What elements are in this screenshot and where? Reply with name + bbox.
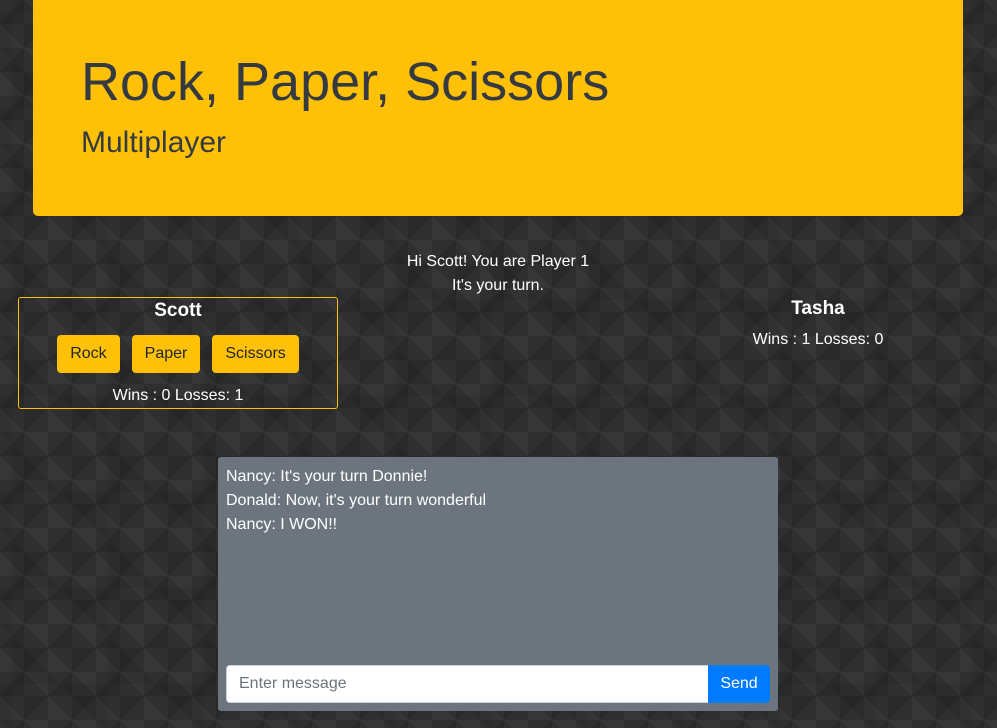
message-input[interactable] xyxy=(226,665,708,703)
game-status: Hi Scott! You are Player 1 It's your tur… xyxy=(348,250,648,298)
player-two-record: Wins : 1 Losses: 0 xyxy=(752,331,884,348)
page-title: Rock, Paper, Scissors xyxy=(81,52,610,112)
player-one-card: Scott Rock Paper Scissors Wins : 0 Losse… xyxy=(18,297,338,409)
chat-message: Donald: Now, it's your turn wonderful xyxy=(226,492,487,509)
greeting-text: Hi Scott! You are Player 1 xyxy=(406,253,590,270)
rock-button[interactable]: Rock xyxy=(57,335,120,373)
header-jumbotron: Rock, Paper, Scissors Multiplayer xyxy=(33,0,963,216)
paper-button[interactable]: Paper xyxy=(131,335,201,373)
chat-message: Nancy: I WON!! xyxy=(226,516,338,533)
turn-text: It's your turn. xyxy=(452,277,544,294)
player-one-name: Scott xyxy=(154,300,202,321)
chat-message: Nancy: It's your turn Donnie! xyxy=(226,468,428,485)
send-button[interactable]: Send xyxy=(708,665,770,703)
player-two-card: Tasha Wins : 1 Losses: 0 xyxy=(698,297,938,351)
chat-panel: Nancy: It's your turn Donnie! Donald: No… xyxy=(218,457,778,711)
chat-messages: Nancy: It's your turn Donnie! Donald: No… xyxy=(226,465,770,537)
page-subtitle: Multiplayer xyxy=(81,126,227,159)
chat-input-group: Send xyxy=(226,665,770,703)
scissors-button[interactable]: Scissors xyxy=(212,335,299,373)
player-one-record: Wins : 0 Losses: 1 xyxy=(112,387,244,404)
player-two-name: Tasha xyxy=(791,298,845,319)
choice-buttons: Rock Paper Scissors xyxy=(19,335,337,373)
